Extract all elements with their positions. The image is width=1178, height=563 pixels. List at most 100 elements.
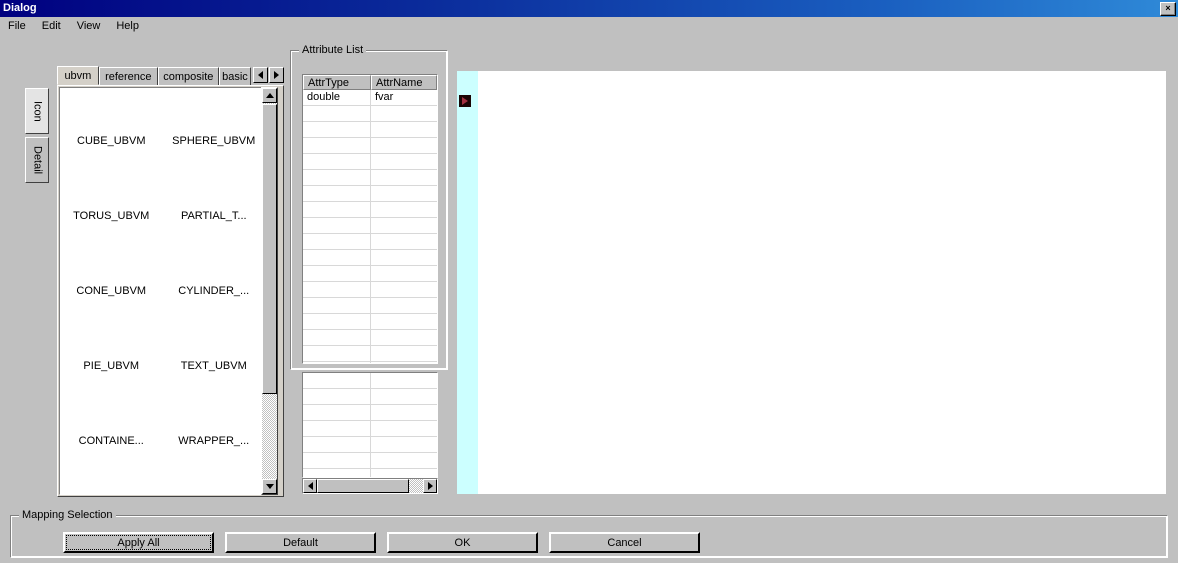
secondary-attribute-row-empty[interactable] [303,453,437,469]
icon-list-item[interactable]: CONE_UBVM [60,285,163,298]
tab-reference[interactable]: reference [98,67,158,85]
icon-list-vertical-scrollbar[interactable] [261,87,278,495]
tab-composite[interactable]: composite [157,67,219,85]
secondary-attribute-row-empty[interactable] [303,469,437,477]
column-header-attrtype[interactable]: AttrType [303,75,371,90]
attribute-row-empty[interactable] [303,362,437,363]
tab-ubvm[interactable]: ubvm [57,66,99,85]
scrollbar-thumb[interactable] [262,104,277,394]
icon-list-row: CONE_UBVM CYLINDER_... [60,254,265,329]
icon-list[interactable]: CUBE_UBVM SPHERE_UBVM TORUS_UBVM PARTIAL_T.… [59,87,266,495]
preview-canvas[interactable] [457,71,1166,494]
scroll-down-button[interactable] [262,479,277,494]
attr-name-cell [371,122,437,137]
secondary-attribute-row-empty[interactable] [303,373,437,389]
library-tab-strip: ubvm reference composite basic [57,66,284,85]
attr-name-cell [371,346,437,361]
attr-name-cell [371,405,437,420]
cancel-button[interactable]: Cancel [549,532,700,553]
attribute-row-empty[interactable] [303,282,437,298]
attribute-row-empty[interactable] [303,346,437,362]
attribute-row-empty[interactable] [303,314,437,330]
attribute-row-empty[interactable] [303,154,437,170]
secondary-attribute-row-empty[interactable] [303,421,437,437]
view-tab-icon[interactable]: Icon [25,88,49,134]
attribute-row-empty[interactable] [303,330,437,346]
icon-list-item[interactable]: CONTAINE... [60,435,163,448]
icon-list-item[interactable]: TORUS_UBVM [60,210,163,223]
attr-type-cell: double [303,90,371,105]
secondary-attribute-row-empty[interactable] [303,405,437,421]
menu-item-view[interactable]: View [69,19,109,33]
attribute-table[interactable]: AttrType AttrName double fvar [302,74,438,364]
scroll-left-button[interactable] [303,479,317,493]
attr-type-cell [303,138,371,153]
attr-type-cell [303,266,371,281]
view-tab-detail-label: Detail [31,145,44,175]
attribute-row-empty[interactable] [303,106,437,122]
hscrollbar-thumb[interactable] [317,479,409,493]
icon-list-item[interactable]: CYLINDER_... [163,285,266,298]
secondary-attribute-table[interactable] [302,372,438,478]
mapping-selection-label: Mapping Selection [19,509,116,521]
attr-type-cell [303,122,371,137]
attr-name-cell [371,218,437,233]
icon-list-item[interactable]: PARTIAL_T... [163,210,266,223]
icon-list-item[interactable]: PIE_UBVM [60,360,163,373]
attribute-row-empty[interactable] [303,218,437,234]
tab-scroll-prev-icon[interactable] [253,67,268,83]
default-button[interactable]: Default [225,532,376,553]
icon-list-item[interactable]: CUBE_UBVM [60,135,163,148]
icon-list-item[interactable]: SPHERE_UBVM [163,135,266,148]
apply-all-button[interactable]: Apply All [63,532,214,553]
icon-list-item[interactable]: TEXT_UBVM [163,360,266,373]
menu-item-help[interactable]: Help [108,19,147,33]
dialog-window: Dialog × File Edit View Help Icon Detail… [0,0,1178,563]
attr-type-cell [303,250,371,265]
attr-type-cell [303,106,371,121]
attribute-row-empty[interactable] [303,234,437,250]
attr-type-cell [303,469,371,477]
attr-name-cell [371,282,437,297]
scroll-up-button[interactable] [262,88,277,103]
attr-type-cell [303,405,371,420]
close-icon[interactable]: × [1160,1,1176,16]
icon-list-row: TORUS_UBVM PARTIAL_T... [60,179,265,254]
menu-item-edit[interactable]: Edit [34,19,69,33]
secondary-attribute-row-empty[interactable] [303,389,437,405]
attr-name-cell [371,421,437,436]
attribute-row-empty[interactable] [303,202,437,218]
scroll-right-button[interactable] [423,479,437,493]
attribute-row-empty[interactable] [303,186,437,202]
attribute-row[interactable]: double fvar [303,90,437,106]
tab-scroll-buttons [252,67,284,83]
attr-name-cell [371,298,437,313]
view-tab-detail[interactable]: Detail [25,137,49,183]
attr-type-cell [303,170,371,185]
tab-basic[interactable]: basic [218,67,251,85]
attribute-row-empty[interactable] [303,138,437,154]
attribute-row-empty[interactable] [303,298,437,314]
attribute-row-empty[interactable] [303,250,437,266]
chevron-left-icon [258,71,263,79]
attr-name-cell: fvar [375,91,394,103]
attribute-row-empty[interactable] [303,122,437,138]
attribute-row-empty[interactable] [303,170,437,186]
attribute-table-header: AttrType AttrName [303,75,437,90]
ok-button[interactable]: OK [387,532,538,553]
icon-list-item[interactable]: WRAPPER_... [163,435,266,448]
title-bar: Dialog × [0,0,1178,17]
menu-item-file[interactable]: File [0,19,34,33]
attr-type-cell [303,298,371,313]
column-header-attrname[interactable]: AttrName [371,75,437,90]
secondary-attribute-row-empty[interactable] [303,437,437,453]
ok-button-label: OK [454,536,471,549]
tab-scroll-next-icon[interactable] [269,67,284,83]
icon-list-row: PIE_UBVM TEXT_UBVM [60,329,265,404]
attr-name-cell [371,186,437,201]
icon-list-row: CONTAINE... WRAPPER_... [60,404,265,479]
play-marker-icon[interactable] [459,95,471,107]
attribute-horizontal-scrollbar[interactable] [302,478,438,494]
attribute-row-empty[interactable] [303,266,437,282]
attr-type-cell [303,346,371,361]
